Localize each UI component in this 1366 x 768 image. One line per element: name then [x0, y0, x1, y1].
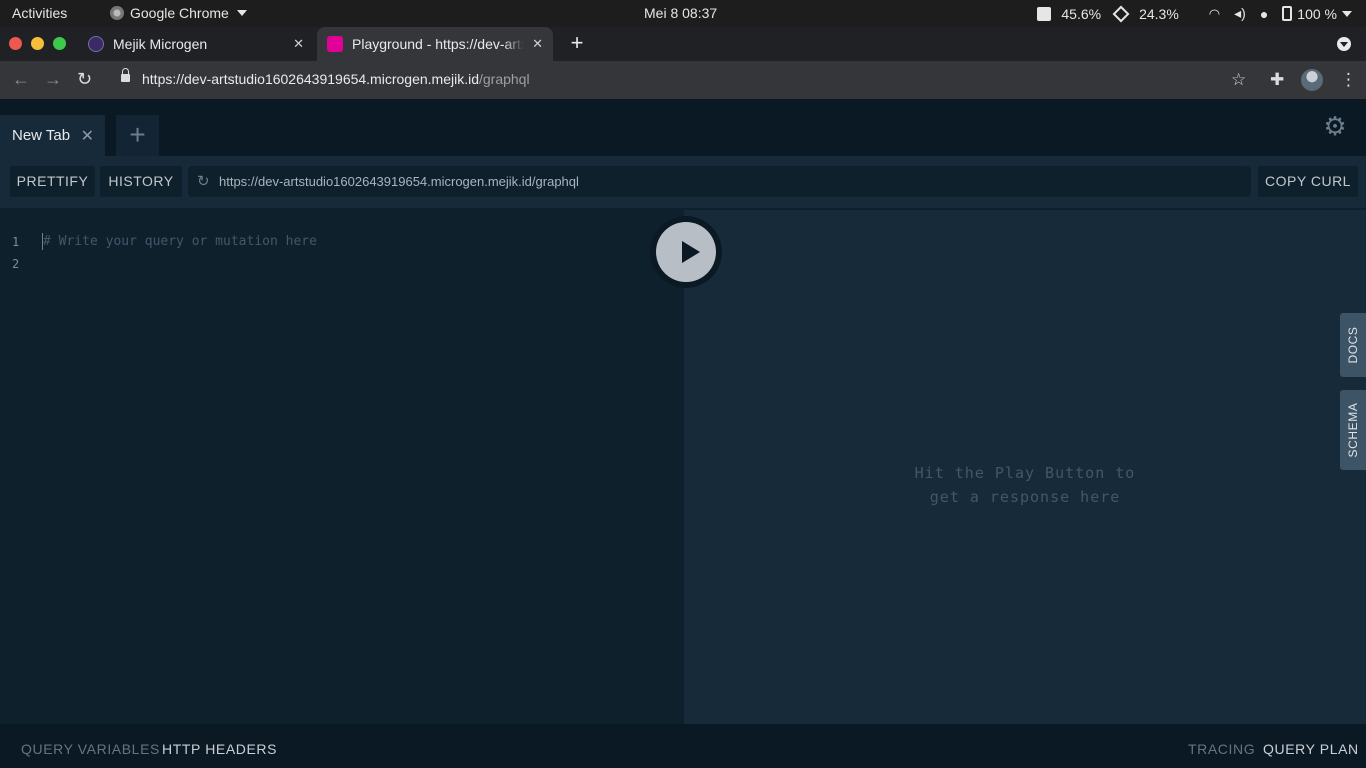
caret-down-icon	[1342, 10, 1352, 17]
close-icon[interactable]: ✕	[81, 126, 94, 146]
gear-icon[interactable]: ⚙	[1323, 113, 1347, 139]
close-icon[interactable]: ✕	[532, 36, 543, 52]
copy-curl-button[interactable]: COPY CURL	[1258, 166, 1358, 197]
volume-icon: ◂)	[1234, 5, 1246, 21]
plus-icon: +	[129, 119, 146, 150]
battery-icon	[1282, 6, 1293, 21]
line-number: 2	[12, 257, 20, 271]
memory-usage: 24.3%	[1139, 5, 1179, 22]
http-headers-tab[interactable]: HTTP HEADERS	[162, 741, 277, 757]
avatar[interactable]	[1301, 69, 1323, 91]
battery-level: 100 %	[1297, 5, 1337, 22]
url-path: /graphql	[478, 71, 530, 87]
graphql-playground: New Tab ✕ + ⚙ PRETTIFY HISTORY ↻ https:/…	[0, 99, 1366, 768]
mic-icon: ●	[1259, 5, 1269, 22]
playground-tab[interactable]: New Tab ✕	[0, 115, 105, 156]
system-top-bar: Activities Google Chrome Mei 8 08:37 45.…	[0, 0, 1366, 27]
reload-icon[interactable]: ↻	[77, 69, 92, 90]
query-plan-tab[interactable]: QUERY PLAN	[1263, 741, 1359, 757]
play-icon	[682, 241, 700, 263]
playground-tab-label: New Tab	[12, 127, 71, 144]
playground-toolbar: PRETTIFY HISTORY ↻ https://dev-artstudio…	[0, 156, 1366, 208]
query-variables-tab[interactable]: QUERY VARIABLES	[21, 741, 160, 757]
window-close-button[interactable]	[9, 37, 22, 50]
execute-query-button[interactable]	[650, 216, 722, 288]
docs-tab[interactable]: DOCS	[1340, 313, 1366, 377]
browser-tab-playground[interactable]: Playground - https://dev-artstudio160264…	[317, 27, 553, 61]
result-hint: Hit the Play Button to get a response he…	[684, 461, 1366, 509]
browser-toolbar: ← → ↻ https://dev-artstudio1602643919654…	[0, 61, 1366, 99]
system-tray[interactable]: 45.6% 24.3% ◠ ◂) ● 100 %	[1037, 5, 1352, 22]
back-icon[interactable]: ←	[12, 69, 30, 90]
mejik-favicon-icon	[88, 36, 104, 52]
browser-tab-strip: Mejik Microgen ✕ Playground - https://de…	[0, 27, 1366, 61]
line-numbers: 1 2	[12, 231, 19, 275]
activities-button[interactable]: Activities	[12, 5, 67, 21]
app-menu-label: Google Chrome	[130, 5, 229, 21]
window-minimize-button[interactable]	[31, 37, 44, 50]
close-icon[interactable]: ✕	[293, 36, 304, 52]
tracing-tab[interactable]: TRACING	[1188, 741, 1255, 757]
editor-placeholder: # Write your query or mutation here	[43, 234, 317, 249]
schema-tab[interactable]: SCHEMA	[1340, 390, 1366, 470]
browser-tab-title: Mejik Microgen	[113, 36, 208, 52]
memory-icon	[1112, 5, 1130, 22]
star-icon[interactable]: ☆	[1231, 70, 1246, 90]
cpu-icon	[1037, 6, 1052, 21]
playground-footer: QUERY VARIABLES HTTP HEADERS TRACING QUE…	[0, 724, 1366, 768]
endpoint-url: https://dev-artstudio1602643919654.micro…	[219, 174, 579, 189]
docs-tab-label: DOCS	[1346, 326, 1360, 364]
result-hint-line: Hit the Play Button to	[914, 464, 1136, 482]
caret-down-icon	[236, 10, 247, 16]
menu-icon[interactable]: ⋮	[1340, 70, 1357, 90]
prettify-button[interactable]: PRETTIFY	[10, 166, 95, 197]
graphql-favicon-icon	[327, 36, 343, 52]
query-editor[interactable]: 1 2 # Write your query or mutation here	[0, 210, 684, 724]
lock-icon[interactable]	[121, 68, 130, 82]
result-panel: Hit the Play Button to get a response he…	[684, 210, 1366, 724]
chrome-icon	[110, 6, 124, 20]
playground-tab-bar: New Tab ✕ + ⚙	[0, 99, 1366, 156]
app-menu[interactable]: Google Chrome	[110, 5, 247, 21]
result-hint-line: get a response here	[929, 488, 1121, 506]
new-tab-button[interactable]: +	[566, 30, 588, 56]
tab-search-icon[interactable]	[1337, 37, 1351, 51]
browser-tab-title: Playground - https://dev-artstudio160264…	[352, 36, 524, 52]
reload-schema-icon[interactable]: ↻	[197, 166, 210, 197]
add-tab-button[interactable]: +	[116, 115, 159, 156]
browser-tab-mejik[interactable]: Mejik Microgen ✕	[80, 27, 314, 61]
schema-tab-label: SCHEMA	[1346, 402, 1360, 458]
address-bar[interactable]: https://dev-artstudio1602643919654.micro…	[142, 71, 530, 87]
cpu-usage: 45.6%	[1061, 5, 1102, 22]
extensions-icon[interactable]: ✚	[1270, 70, 1284, 90]
window-maximize-button[interactable]	[53, 37, 66, 50]
forward-icon[interactable]: →	[44, 69, 62, 90]
wifi-icon: ◠	[1208, 5, 1221, 21]
play-button-face	[656, 222, 716, 282]
line-number: 1	[12, 235, 20, 249]
url-host: https://dev-artstudio1602643919654.micro…	[142, 71, 479, 87]
clock[interactable]: Mei 8 08:37	[644, 5, 717, 21]
endpoint-input[interactable]: ↻ https://dev-artstudio1602643919654.mic…	[188, 166, 1251, 197]
history-button[interactable]: HISTORY	[100, 166, 182, 197]
